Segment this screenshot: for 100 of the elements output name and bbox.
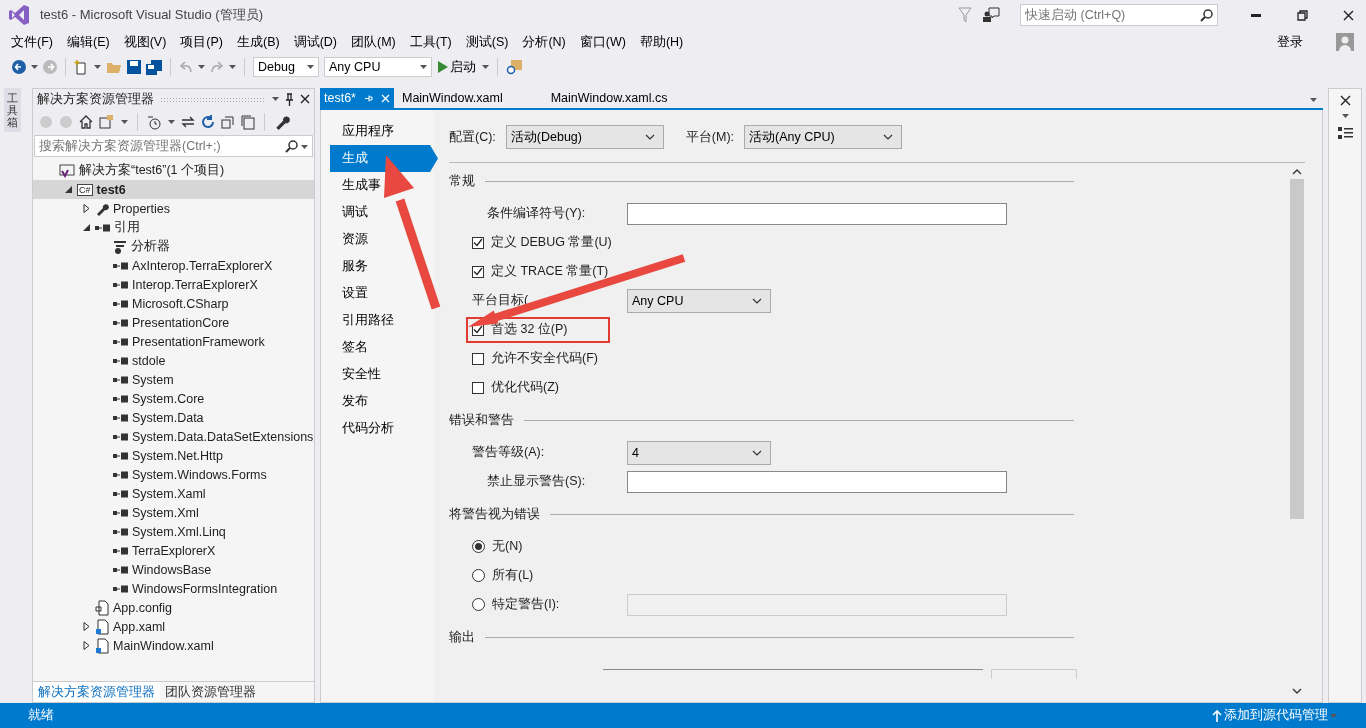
source-control-button[interactable]: 添加到源代码管理 <box>1211 706 1338 725</box>
nav-item[interactable]: 代码分析 <box>330 415 438 442</box>
tree-item[interactable]: System.Xaml <box>33 484 314 503</box>
tree-item[interactable]: System.Xml <box>33 503 314 522</box>
nav-item[interactable]: 生成事 <box>330 172 438 199</box>
menu-item[interactable]: 文件(F) <box>4 31 60 53</box>
nav-item[interactable]: 应用程序 <box>330 118 438 145</box>
dropdown[interactable]: 4 <box>627 440 771 465</box>
home-icon[interactable] <box>79 115 93 129</box>
nav-item[interactable]: 资源 <box>330 226 438 253</box>
expanded-arrow-icon[interactable] <box>81 223 91 232</box>
platform-dropdown[interactable]: 活动(Any CPU) <box>744 125 903 149</box>
sync-view-icon[interactable] <box>99 115 115 129</box>
nav-item[interactable]: 发布 <box>330 388 438 415</box>
document-tab[interactable]: MainWindow.xaml <box>397 88 507 108</box>
collapsed-arrow-icon[interactable] <box>81 622 91 631</box>
nav-item[interactable]: 引用路径 <box>330 307 438 334</box>
tree-item[interactable]: Properties <box>33 199 314 218</box>
start-button[interactable]: 启动 <box>437 57 477 77</box>
menu-item[interactable]: 生成(B) <box>230 31 287 53</box>
platform-dropdown[interactable]: Any CPU <box>324 57 432 77</box>
expanded-arrow-icon[interactable] <box>63 185 73 194</box>
dropdown[interactable]: Any CPU <box>627 288 771 313</box>
close-icon[interactable] <box>1339 95 1351 106</box>
tree-item[interactable]: System.Xml.Linq <box>33 522 314 541</box>
menu-item[interactable]: 视图(V) <box>116 31 174 53</box>
checkbox[interactable] <box>472 265 484 278</box>
panel-tab[interactable]: 解决方案资源管理器 <box>33 682 160 702</box>
scroll-up-icon[interactable] <box>1292 169 1302 175</box>
tree-item[interactable]: System.Data.DataSetExtensions <box>33 427 314 446</box>
menu-item[interactable]: 编辑(E) <box>59 31 117 53</box>
nav-item[interactable]: 签名 <box>330 334 438 361</box>
menu-item[interactable]: 团队(M) <box>344 31 403 53</box>
checkbox[interactable] <box>472 352 484 365</box>
tree-item[interactable]: Interop.TerraExplorerX <box>33 275 314 294</box>
menu-item[interactable]: 分析(N) <box>515 31 573 53</box>
tree-item[interactable]: MainWindow.xaml <box>33 636 314 655</box>
tree-item[interactable]: PresentationFramework <box>33 332 314 351</box>
tree-item[interactable]: AxInterop.TerraExplorerX <box>33 256 314 275</box>
menu-item[interactable]: 窗口(W) <box>572 31 633 53</box>
collapsed-arrow-icon[interactable] <box>81 641 91 650</box>
feedback-icon[interactable] <box>982 7 1000 23</box>
text-field[interactable] <box>627 202 1007 225</box>
scroll-down-icon[interactable] <box>1292 688 1302 694</box>
text-field[interactable] <box>627 470 1007 493</box>
nav-item[interactable]: 设置 <box>330 280 438 307</box>
property-list-icon[interactable] <box>1337 126 1353 141</box>
nav-item[interactable]: 调试 <box>330 199 438 226</box>
tree-item[interactable]: System.Data <box>33 408 314 427</box>
collapsed-arrow-icon[interactable] <box>81 204 91 213</box>
tree-item[interactable]: WindowsBase <box>33 560 314 579</box>
tree-item[interactable]: C# test6 <box>33 180 314 199</box>
panel-tab[interactable]: 团队资源管理器 <box>160 682 261 702</box>
collapse-all-icon[interactable] <box>221 115 235 129</box>
tree-item[interactable]: System.Net.Http <box>33 446 314 465</box>
wrench-icon[interactable] <box>274 114 290 130</box>
menu-item[interactable]: 项目(P) <box>173 31 230 53</box>
radio-button[interactable] <box>472 569 485 582</box>
menu-item[interactable]: 工具(T) <box>402 31 459 53</box>
tree-item[interactable]: System.Windows.Forms <box>33 465 314 484</box>
find-icon[interactable] <box>506 59 523 75</box>
text-field[interactable] <box>991 669 1077 679</box>
tree-item[interactable]: App.config <box>33 598 314 617</box>
document-tab[interactable]: MainWindow.xaml.cs <box>546 88 672 108</box>
menu-item[interactable]: 帮助(H) <box>632 31 691 53</box>
checkbox[interactable] <box>472 381 484 394</box>
nav-item[interactable]: 服务 <box>330 253 438 280</box>
show-all-files-icon[interactable] <box>241 114 255 130</box>
radio-button[interactable] <box>472 540 485 553</box>
refresh-icon[interactable] <box>201 115 215 129</box>
sign-in-link[interactable]: 登录 <box>1270 31 1310 53</box>
tree-item[interactable]: Microsoft.CSharp <box>33 294 314 313</box>
save-all-icon[interactable] <box>146 59 162 75</box>
toolbox-tab[interactable]: 工具箱 <box>4 88 21 133</box>
save-icon[interactable] <box>127 60 141 74</box>
configuration-dropdown[interactable]: 活动(Debug) <box>505 125 664 149</box>
pin-icon[interactable] <box>285 92 294 106</box>
quick-launch-field[interactable]: 快速启动 (Ctrl+Q) <box>1020 4 1218 26</box>
tree-item[interactable]: 引用 <box>33 218 314 237</box>
menu-item[interactable]: 调试(D) <box>286 31 344 53</box>
tree-item[interactable]: stdole <box>33 351 314 370</box>
tree-item[interactable]: System <box>33 370 314 389</box>
tree-item[interactable]: System.Core <box>33 389 314 408</box>
tree-item[interactable]: PresentationCore <box>33 313 314 332</box>
menu-item[interactable]: 测试(S) <box>458 31 516 53</box>
tree-item[interactable]: App.xaml <box>33 617 314 636</box>
new-project-icon[interactable] <box>74 59 89 75</box>
nav-item[interactable]: 安全性 <box>330 361 438 388</box>
close-icon[interactable] <box>300 94 310 104</box>
tree-item[interactable]: 解决方案“test6”(1 个项目) <box>33 161 314 180</box>
tree-item[interactable]: WindowsFormsIntegration <box>33 579 314 598</box>
configuration-dropdown[interactable]: Debug <box>253 57 319 77</box>
sync-arrows-icon[interactable] <box>181 116 195 128</box>
nav-item[interactable]: 生成 <box>330 145 438 172</box>
search-field[interactable]: 搜索解决方案资源管理器(Ctrl+;) <box>34 135 313 157</box>
radio-button[interactable] <box>472 598 485 611</box>
checkbox[interactable] <box>472 236 484 249</box>
tree-item[interactable]: 分析器 <box>33 237 314 256</box>
tree-item[interactable]: TerraExplorerX <box>33 541 314 560</box>
pending-changes-icon[interactable] <box>147 114 162 130</box>
